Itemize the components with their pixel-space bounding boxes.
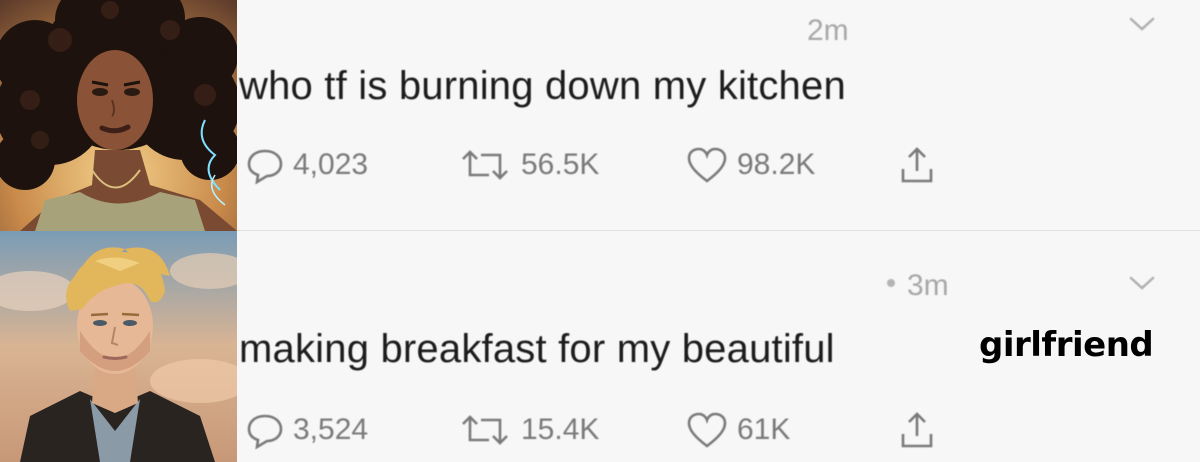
avatar[interactable]	[0, 0, 237, 231]
reply-count: 4,023	[293, 148, 369, 181]
reply-button[interactable]: 4,023	[245, 143, 368, 187]
like-count: 61K	[737, 413, 791, 446]
tweet-actions: 4,023 56.5K 98.2K	[237, 143, 1200, 187]
retweet-count: 15.4K	[521, 413, 600, 446]
like-button[interactable]: 61K	[685, 408, 790, 452]
highlighted-word: girlfriend	[979, 325, 1154, 365]
curly-haired-woman-portrait-image	[0, 0, 237, 231]
avatar[interactable]	[0, 231, 237, 462]
separator-dot	[887, 279, 895, 288]
like-button[interactable]: 98.2K	[685, 143, 815, 187]
chevron-down-icon[interactable]	[1127, 273, 1157, 293]
retweet-count: 56.5K	[521, 148, 600, 181]
tweet-text: who tf is burning down my kitchen	[239, 64, 846, 108]
tweet-actions: 3,524 15.4K 61K	[237, 408, 1200, 452]
reply-icon	[247, 414, 283, 450]
heart-icon	[687, 147, 727, 183]
tweet-timestamp: 2m	[807, 14, 849, 47]
tweet-timestamp: 3m	[887, 269, 949, 303]
blond-man-portrait-image	[0, 231, 237, 462]
chevron-down-icon[interactable]	[1127, 14, 1157, 34]
share-icon	[901, 412, 933, 448]
share-button[interactable]	[897, 408, 945, 452]
reply-icon	[247, 149, 283, 185]
retweet-button[interactable]: 15.4K	[457, 408, 599, 452]
tweet-text: making breakfast for my beautiful	[239, 327, 835, 371]
like-count: 98.2K	[737, 148, 816, 181]
share-button[interactable]	[897, 143, 945, 187]
retweet-icon	[462, 150, 508, 180]
retweet-button[interactable]: 56.5K	[457, 143, 599, 187]
reply-button[interactable]: 3,524	[245, 408, 368, 452]
share-icon	[901, 147, 933, 183]
heart-icon	[687, 412, 727, 448]
tweet-content: 2m who tf is burning down my kitchen 4,0…	[237, 0, 1200, 231]
retweet-icon	[462, 415, 508, 445]
reply-count: 3,524	[293, 413, 369, 446]
tweet-1[interactable]: 2m who tf is burning down my kitchen 4,0…	[0, 0, 1200, 231]
